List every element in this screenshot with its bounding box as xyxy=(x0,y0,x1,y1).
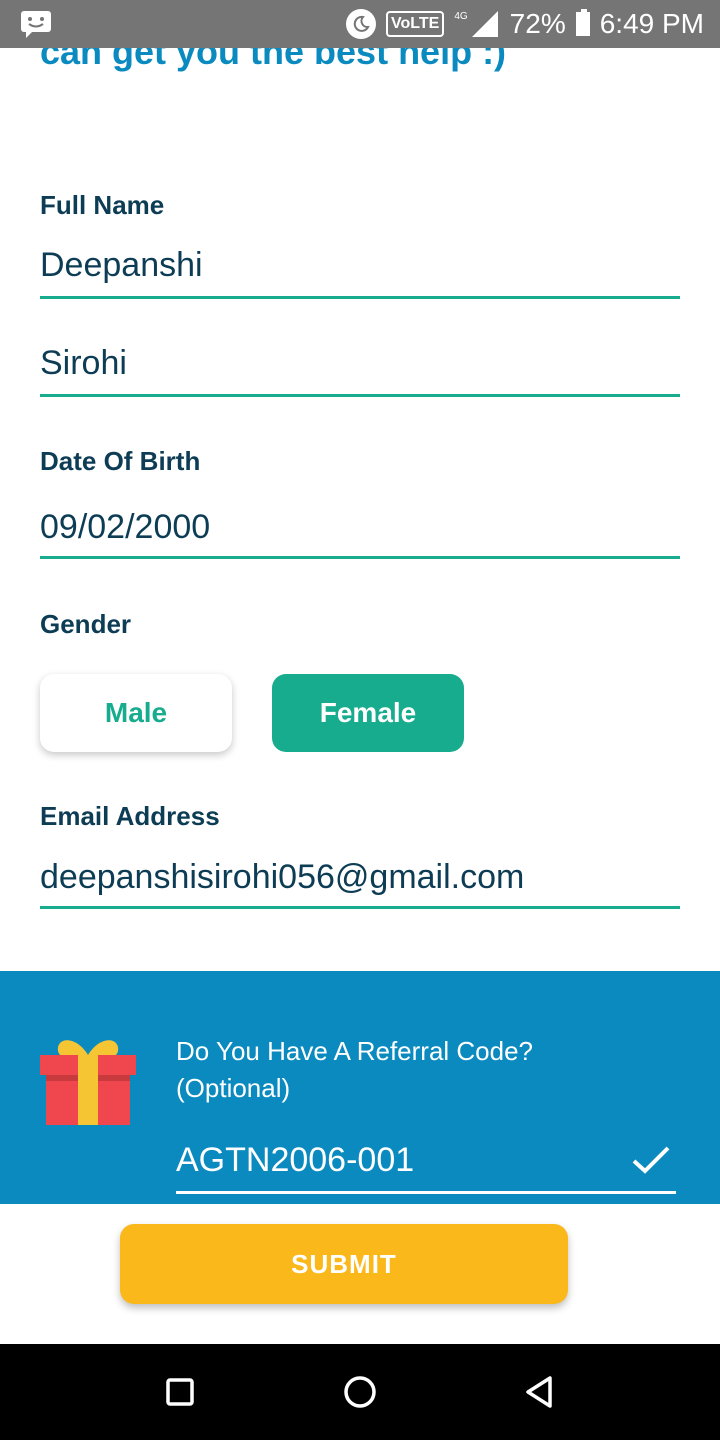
referral-question-line2: (Optional) xyxy=(176,1073,291,1103)
first-name-underline xyxy=(40,296,680,299)
gift-icon xyxy=(40,1040,136,1125)
dob-underline xyxy=(40,556,680,559)
referral-question-line1: Do You Have A Referral Code? xyxy=(176,1036,534,1066)
last-name-field[interactable]: Sirohi xyxy=(40,344,127,383)
dob-field[interactable]: 09/02/2000 xyxy=(40,508,210,547)
submit-button[interactable]: SUBMIT xyxy=(120,1224,568,1304)
dob-label: Date Of Birth xyxy=(40,446,201,476)
message-icon xyxy=(21,11,51,38)
recents-icon[interactable] xyxy=(160,1372,200,1412)
moon-icon xyxy=(346,9,377,39)
referral-section: Do You Have A Referral Code? (Optional) … xyxy=(0,971,720,1204)
gender-label: Gender xyxy=(40,609,132,639)
referral-code-field[interactable]: AGTN2006-001 xyxy=(176,1141,414,1180)
clock: 6:49 PM xyxy=(599,8,704,39)
email-label: Email Address xyxy=(40,801,220,831)
battery-percent: 72% xyxy=(509,8,566,39)
network-type: 4G xyxy=(454,10,468,22)
back-icon[interactable] xyxy=(520,1372,560,1412)
full-name-label: Full Name xyxy=(40,190,165,220)
check-icon[interactable] xyxy=(630,1143,672,1177)
gender-female-button[interactable]: Female xyxy=(272,674,464,752)
last-name-underline xyxy=(40,394,680,397)
first-name-field[interactable]: Deepanshi xyxy=(40,246,203,285)
navigation-bar xyxy=(0,1344,720,1440)
home-icon[interactable] xyxy=(340,1372,380,1412)
referral-code-underline xyxy=(176,1191,676,1194)
signal-icon xyxy=(471,11,498,37)
referral-question: Do You Have A Referral Code? (Optional) xyxy=(176,1033,533,1107)
volte-badge: VoLTE xyxy=(386,11,445,37)
email-underline xyxy=(40,906,680,909)
status-bar: VoLTE 4G 72% 6:49 PM xyxy=(0,0,720,48)
battery-icon xyxy=(575,9,590,36)
email-field[interactable]: deepanshisirohi056@gmail.com xyxy=(40,858,524,897)
gender-male-button[interactable]: Male xyxy=(40,674,232,752)
